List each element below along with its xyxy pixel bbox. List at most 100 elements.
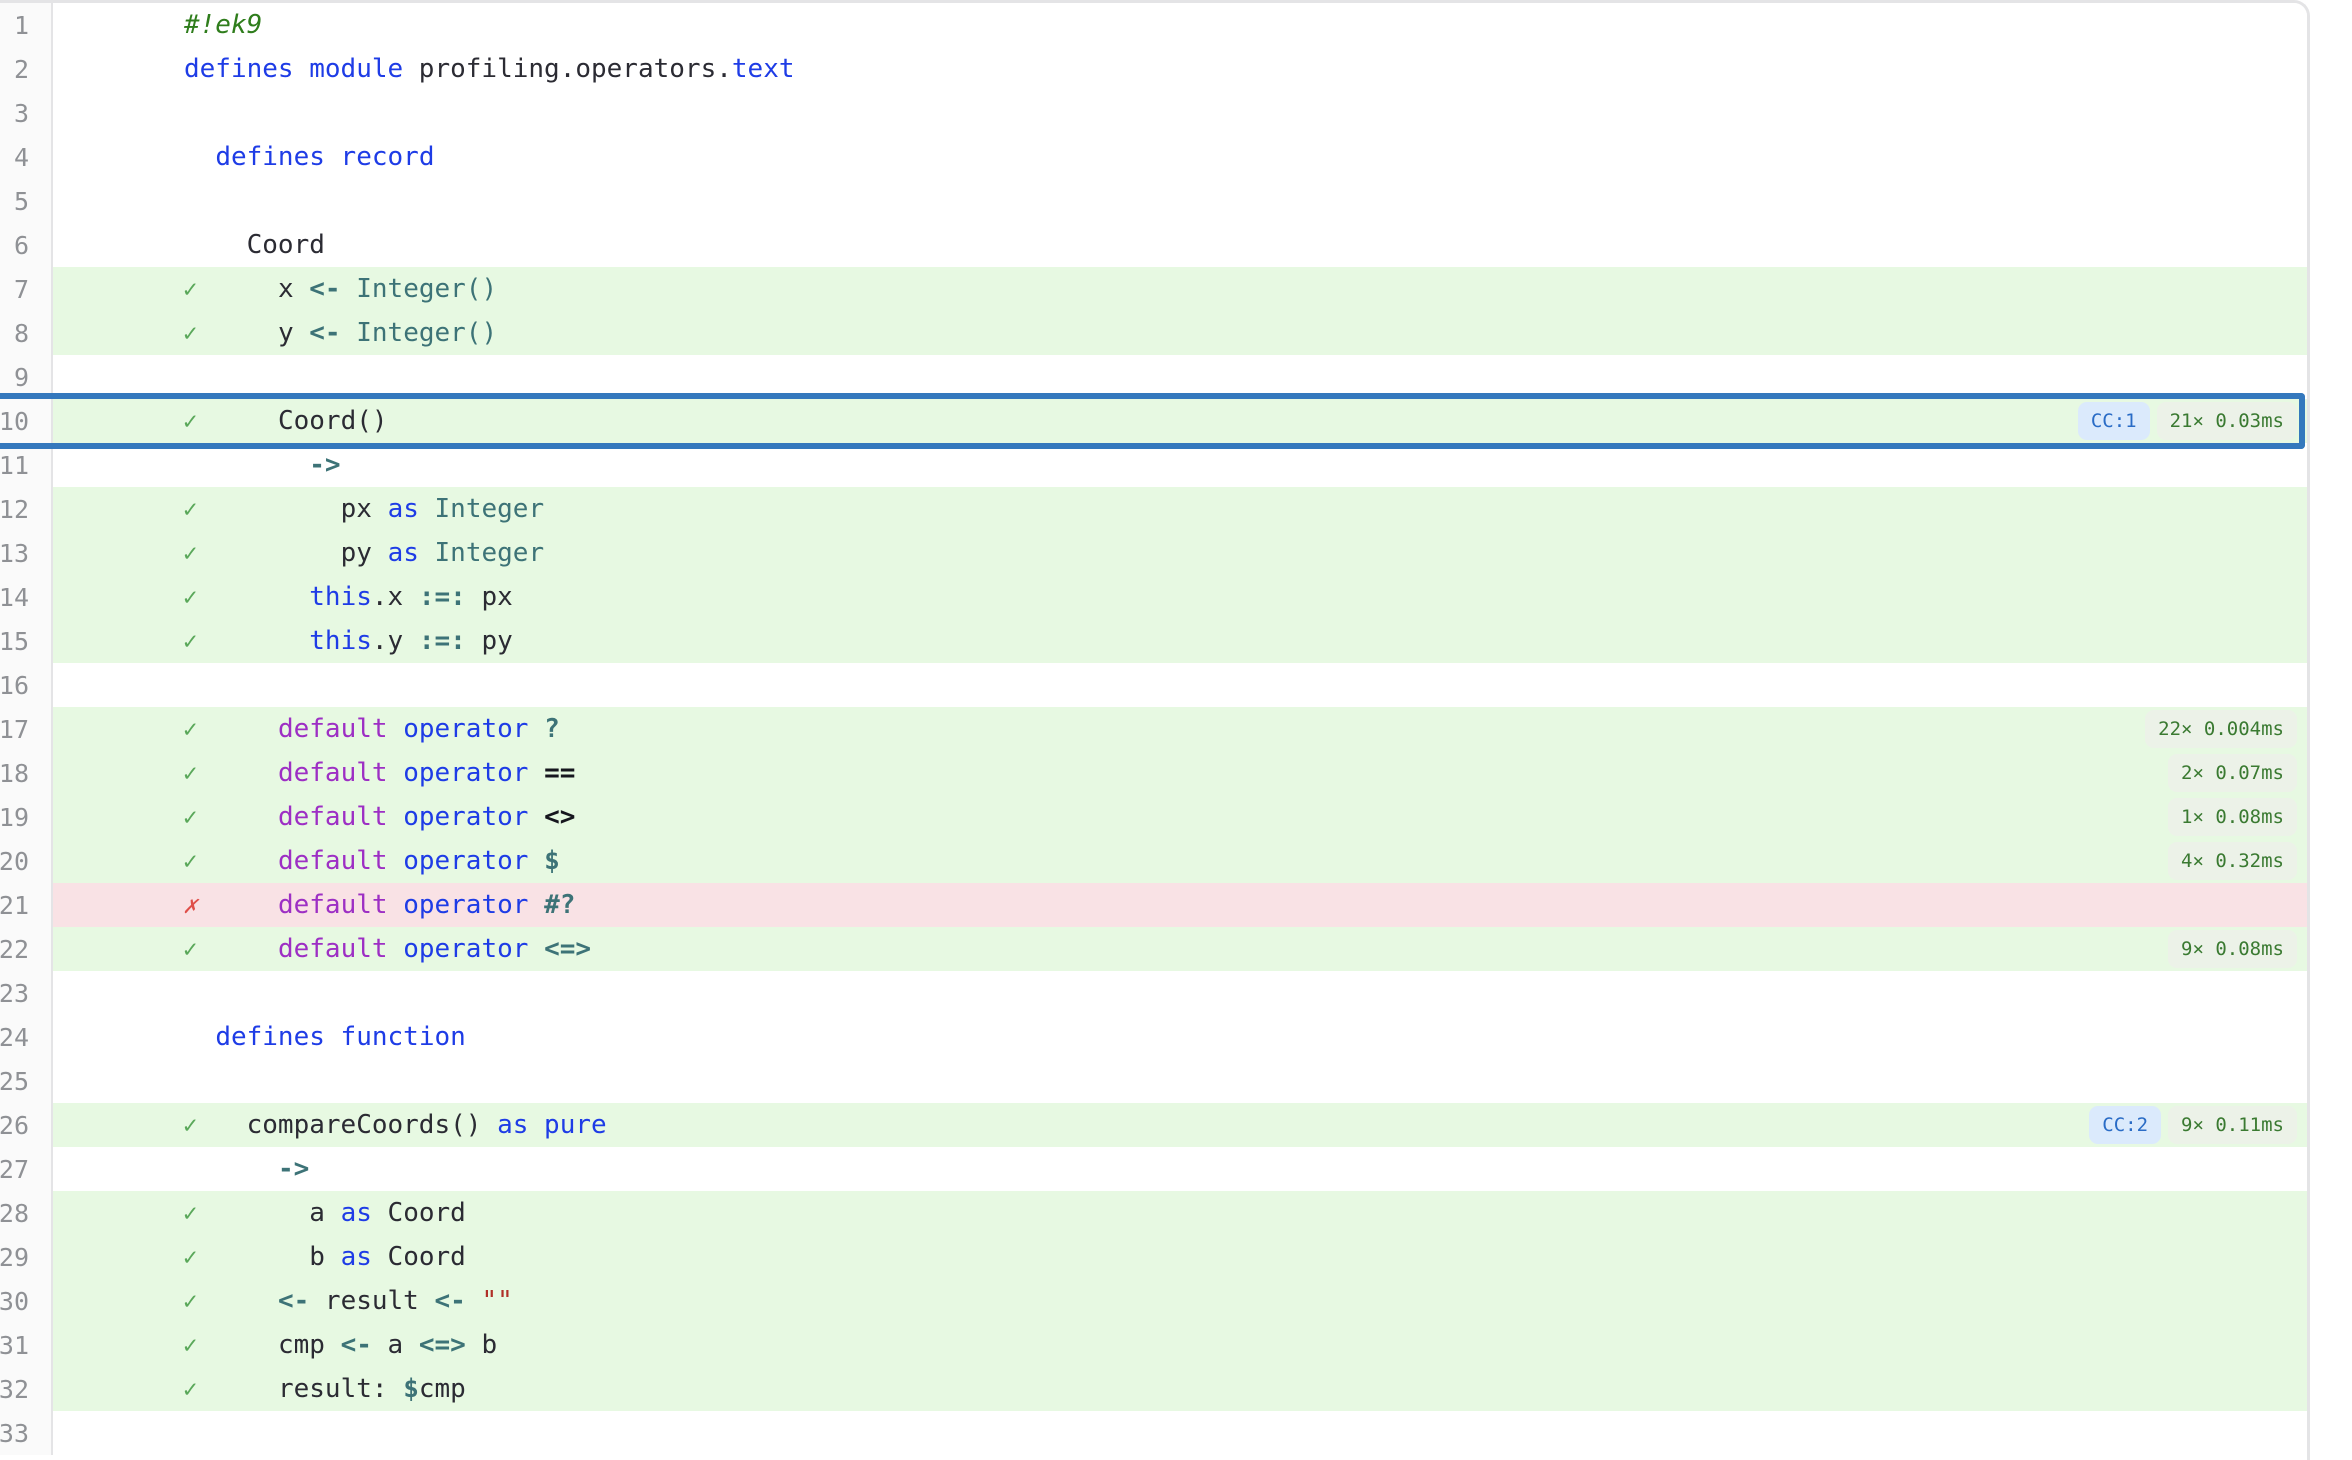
line-number: 2 [0, 47, 53, 91]
code-token: as [341, 1242, 372, 1272]
code-token: py [341, 538, 388, 568]
code-token: this [309, 626, 372, 656]
coverage-check-icon: ✓ [183, 1245, 197, 1269]
code-line-content: -> [53, 1147, 2307, 1191]
code-token: y [278, 318, 309, 348]
code-line[interactable]: 28✓a as Coord [0, 1191, 2307, 1235]
code-token: :=: [419, 582, 466, 612]
code-token: Coord [247, 230, 325, 260]
code-line[interactable]: 7✓x <- Integer() [0, 267, 2307, 311]
code-line-content: ✓a as Coord [53, 1191, 2307, 1235]
code-line[interactable]: 12 ✓px as Integer [0, 487, 2307, 531]
code-line[interactable]: 16 [0, 663, 2307, 707]
code-line[interactable]: 2defines module profiling.operators.text [0, 47, 2307, 91]
code-line-content: defines module profiling.operators.text [53, 47, 2307, 91]
code-line[interactable]: 25 [0, 1059, 2307, 1103]
code-token: a [309, 1198, 340, 1228]
code-line[interactable]: 15✓this.y :=: py [0, 619, 2307, 663]
code-line[interactable]: 24defines function [0, 1015, 2307, 1059]
profiling-timing-badge: 9× 0.11ms [2168, 1106, 2297, 1144]
code-line[interactable]: 10✓Coord()CC:121× 0.03ms [0, 399, 2307, 443]
line-number: 3 [0, 91, 53, 135]
code-token: Integer [435, 538, 545, 568]
code-token: defines [215, 1022, 325, 1052]
line-number: 12 [0, 487, 53, 531]
code-token: module [309, 54, 403, 84]
line-number: 15 [0, 619, 53, 663]
code-line[interactable]: 32✓result: $cmp [0, 1367, 2307, 1411]
code-line[interactable]: 27-> [0, 1147, 2307, 1191]
code-line[interactable]: 4defines record [0, 135, 2307, 179]
code-line[interactable]: 18✓default operator ==2× 0.07ms [0, 751, 2307, 795]
line-number: 14 [0, 575, 53, 619]
code-token: defines [184, 54, 294, 84]
line-number: 32 [0, 1367, 53, 1411]
code-token: Coord [372, 1198, 466, 1228]
code-line-content: ✓x <- Integer() [53, 267, 2307, 311]
code-line[interactable]: 8✓y <- Integer() [0, 311, 2307, 355]
code-token: function [341, 1022, 466, 1052]
code-line[interactable]: 19✓default operator <>1× 0.08ms [0, 795, 2307, 839]
code-line[interactable]: 20✓default operator $4× 0.32ms [0, 839, 2307, 883]
code-line[interactable]: 33 [0, 1411, 2307, 1455]
code-line[interactable]: 30✓<- result <- "" [0, 1279, 2307, 1323]
code-line-content: ✓default operator ==2× 0.07ms [53, 751, 2307, 795]
line-badges: 22× 0.004ms [2145, 710, 2297, 748]
code-token: default [278, 758, 388, 788]
code-token: <- [309, 318, 340, 348]
code-token: profiling.operators. [403, 54, 732, 84]
code-line[interactable]: 9 [0, 355, 2307, 399]
line-number: 9 [0, 355, 53, 399]
code-token: Integer [435, 494, 545, 524]
code-line-content: ✓<- result <- "" [53, 1279, 2307, 1323]
line-number: 30 [0, 1279, 53, 1323]
code-token: b [466, 1330, 497, 1360]
code-line[interactable]: 13✓py as Integer [0, 531, 2307, 575]
coverage-check-icon: ✓ [183, 1289, 197, 1313]
coverage-check-icon: ✓ [183, 937, 197, 961]
code-token: <=> [544, 934, 591, 964]
code-line[interactable]: 29✓b as Coord [0, 1235, 2307, 1279]
code-line[interactable]: 11-> [0, 443, 2307, 487]
coverage-check-icon: ✓ [183, 761, 197, 785]
code-line-content [53, 91, 2307, 135]
code-line[interactable]: 6Coord [0, 223, 2307, 267]
code-token: record [341, 142, 435, 172]
code-line[interactable]: 23 [0, 971, 2307, 1015]
code-line[interactable]: 14✓this.x :=: px [0, 575, 2307, 619]
line-badges: 2× 0.07ms [2168, 754, 2297, 792]
code-line[interactable]: 5 [0, 179, 2307, 223]
code-token: #!ek9 [184, 10, 262, 40]
line-number: 1 [0, 3, 53, 47]
code-line[interactable]: 22✓default operator <=>9× 0.08ms [0, 927, 2307, 971]
code-token: :=: [419, 626, 466, 656]
code-coverage-panel: 1#!ek92defines module profiling.operator… [0, 0, 2310, 1460]
code-text: py as Integer [53, 540, 544, 566]
code-line[interactable]: 21✗default operator #? [0, 883, 2307, 927]
code-line[interactable]: 17✓default operator ?22× 0.004ms [0, 707, 2307, 751]
code-text: b as Coord [53, 1244, 466, 1270]
code-token [388, 890, 404, 920]
code-token: operator [403, 758, 528, 788]
code-line[interactable]: 31✓cmp <- a <=> b [0, 1323, 2307, 1367]
code-text: px as Integer [53, 496, 544, 522]
profiling-timing-badge: 2× 0.07ms [2168, 754, 2297, 792]
code-line[interactable]: 26✓compareCoords() as pureCC:29× 0.11ms [0, 1103, 2307, 1147]
code-token: px [341, 494, 388, 524]
code-token: pure [544, 1110, 607, 1140]
code-token: Integer() [356, 274, 497, 304]
coverage-check-icon: ✓ [183, 541, 197, 565]
line-number: 19 [0, 795, 53, 839]
code-token: as [497, 1110, 528, 1140]
code-token: #? [544, 890, 575, 920]
code-line[interactable]: 1 #!ek9 [0, 3, 2307, 47]
code-rows: 1#!ek92defines module profiling.operator… [0, 3, 2307, 1455]
code-token [528, 1110, 544, 1140]
code-token [388, 934, 404, 964]
line-number: 28 [0, 1191, 53, 1235]
code-line[interactable]: 3 [0, 91, 2307, 135]
line-badges: 9× 0.08ms [2168, 930, 2297, 968]
code-text: compareCoords() as pure [53, 1112, 607, 1138]
coverage-check-icon: ✓ [183, 497, 197, 521]
line-number: 33 [0, 1411, 53, 1455]
